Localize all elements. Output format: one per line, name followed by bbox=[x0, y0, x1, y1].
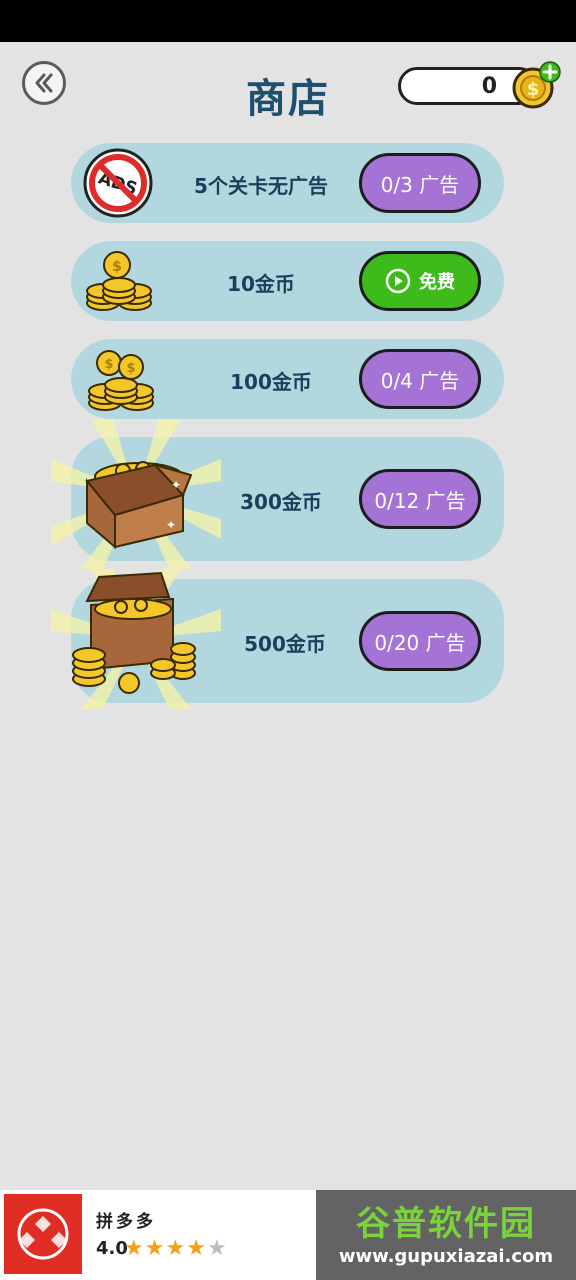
watermark-title: 谷普软件园 bbox=[356, 1204, 536, 1244]
shop-item-500-coins: 500金币 0/20 广告 bbox=[51, 569, 504, 709]
svg-text:$: $ bbox=[112, 259, 122, 275]
coin-stack-small-icon: $ bbox=[86, 251, 152, 311]
shop-item-label: 5个关卡无广告 bbox=[194, 174, 328, 198]
shop-item-no-ads: ADS 5个关卡无广告 0/3 广告 bbox=[71, 143, 504, 223]
free-claim-button[interactable]: 免费 bbox=[359, 251, 481, 311]
svg-text:✦: ✦ bbox=[166, 518, 176, 532]
svg-text:$: $ bbox=[527, 79, 540, 100]
svg-text:✦: ✦ bbox=[171, 478, 181, 492]
shop-item-label: 10金币 bbox=[227, 272, 295, 296]
shop-item-10-coins: $ 10金币 免费 bbox=[71, 241, 504, 321]
page-title: 商店 bbox=[246, 76, 330, 122]
coin-count: 0 bbox=[481, 74, 497, 99]
status-bar bbox=[0, 0, 576, 42]
coin-stack-icon: $ $ bbox=[88, 350, 154, 411]
play-icon bbox=[385, 268, 411, 294]
star-icon: ★ bbox=[124, 1236, 145, 1261]
shop-item-label: 100金币 bbox=[230, 370, 312, 394]
star-icon: ★ bbox=[186, 1236, 207, 1261]
watermark-url: www.gupuxiazai.com bbox=[338, 1246, 554, 1267]
svg-text:$: $ bbox=[126, 361, 135, 376]
back-button[interactable] bbox=[22, 61, 66, 105]
free-label: 免费 bbox=[419, 272, 455, 293]
star-icon: ★ bbox=[165, 1236, 187, 1261]
shop-item-label: 500金币 bbox=[244, 632, 326, 656]
pinduoduo-logo-icon bbox=[4, 1194, 82, 1274]
watch-ad-button[interactable]: 0/20 广告 bbox=[359, 611, 481, 671]
rating-stars: ★★★★★ bbox=[124, 1236, 228, 1261]
shop-item-300-coins: ✦ ✦ 300金币 0/12 广告 bbox=[51, 419, 504, 569]
ad-app-name: 拼多多 bbox=[96, 1212, 156, 1232]
shop-item-label: 300金币 bbox=[240, 490, 322, 514]
watch-ad-button[interactable]: 0/4 广告 bbox=[359, 349, 481, 409]
star-icon: ★ bbox=[144, 1236, 166, 1261]
treasure-chest-icon bbox=[51, 569, 221, 709]
star-icon: ★ bbox=[206, 1236, 228, 1261]
add-coins-icon[interactable] bbox=[539, 61, 561, 83]
svg-text:$: $ bbox=[104, 357, 113, 372]
watch-ad-button[interactable]: 0/3 广告 bbox=[359, 153, 481, 213]
watch-ad-button[interactable]: 0/12 广告 bbox=[359, 469, 481, 529]
double-chevron-left-icon bbox=[35, 73, 53, 93]
no-ads-icon: ADS bbox=[83, 148, 153, 218]
shop-item-100-coins: $ $ 100金币 0/4 广告 bbox=[71, 339, 504, 419]
